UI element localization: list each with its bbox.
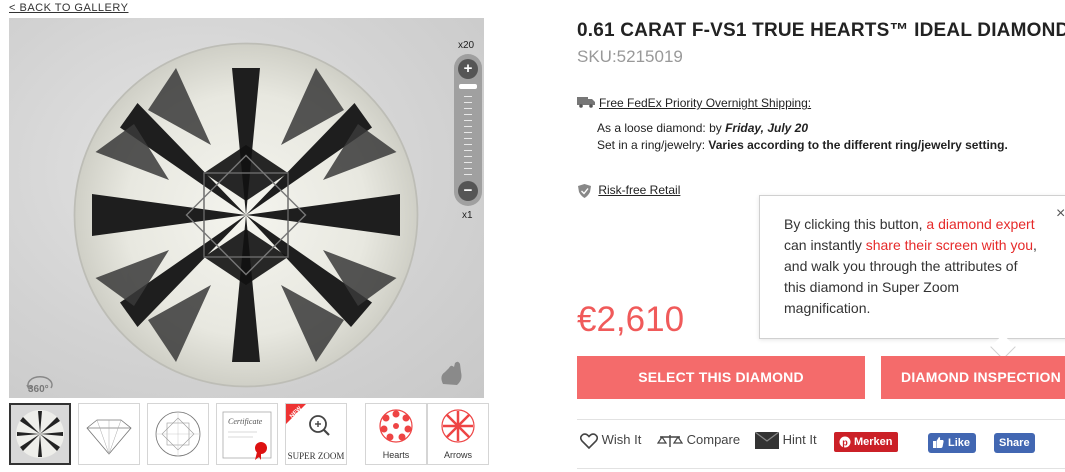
shipping-row: Free FedEx Priority Overnight Shipping: [577,96,811,111]
thumb-diamond-photo[interactable] [9,403,71,465]
facebook-like-button[interactable]: Like 0 [928,433,977,469]
thumb-side-profile[interactable] [78,403,140,465]
certificate-icon: Certificate [222,411,272,460]
shipping-loose-line: As a loose diamond: by Friday, July 20 [597,121,808,135]
tooltip-text-4: and walk you through the attributes of [784,258,1018,274]
tooltip-text-3: , [1033,237,1037,253]
shipping-link[interactable]: Free FedEx Priority Overnight Shipping: [599,96,811,110]
select-diamond-button[interactable]: SELECT THIS DIAMOND [577,356,865,399]
risk-free-row: Risk-free Retail [578,183,680,198]
rotate-360-label: 360° [28,384,49,395]
pinterest-save-button[interactable]: p Merken [834,432,898,452]
tooltip-text-2: can instantly [784,237,866,253]
scale-icon [656,434,684,447]
rotate-360-icon[interactable]: 360° [23,370,57,398]
hearts-pattern-icon [379,409,413,443]
tooltip-text-6: magnification. [784,300,871,316]
divider-bottom [577,468,1065,469]
svg-text:Certificate: Certificate [228,417,263,426]
diamond-profile-icon [86,419,132,455]
svg-text:p: p [842,438,848,448]
thumb-super-zoom[interactable]: NEW SUPER ZOOM [285,403,347,465]
zoom-slider-ticks [464,96,472,176]
thumb-hearts[interactable]: Hearts [365,403,427,465]
zoom-slider-handle[interactable] [459,84,477,89]
back-to-gallery-link[interactable]: < BACK TO GALLERY [9,2,128,14]
pinterest-label: Merken [854,436,893,448]
shipping-setting-prefix: Set in a ring/jewelry: [597,138,709,152]
hint-it-action[interactable]: Hint It [754,431,817,450]
facebook-like-label: Like 0 [948,437,971,469]
tooltip-close-icon[interactable]: × [1056,205,1065,223]
facebook-share-button[interactable]: Share [994,433,1035,453]
inspection-tooltip: By clicking this button, a diamond exper… [759,195,1065,339]
arrows-pattern-icon [441,409,475,443]
diamond-image [73,42,419,388]
product-sku: SKU:5215019 [577,47,683,66]
zoom-min-label: x1 [462,210,473,221]
truck-icon [577,96,595,111]
shipping-setting-line: Set in a ring/jewelry: Varies according … [597,138,1008,152]
product-price: €2,610 [577,300,685,339]
compare-action[interactable]: Compare [656,432,741,449]
diamond-photo-icon [11,405,69,463]
zoom-in-button[interactable]: + [458,59,478,79]
zoom-max-label: x20 [458,40,475,51]
pinterest-icon: p [839,436,851,448]
diamond-top-diagram-icon [155,411,201,457]
thumbs-up-icon [933,437,944,448]
arrows-label: Arrows [443,450,472,460]
heart-outline-icon [579,432,599,449]
wish-it-label: Wish It [601,432,642,447]
shipping-loose-prefix: As a loose diamond: by [597,121,726,135]
compare-label: Compare [686,432,741,447]
tooltip-text-5: this diamond in Super Zoom [784,279,960,295]
diamond-viewer[interactable]: x20 + − x1 360° [9,18,484,398]
risk-free-link[interactable]: Risk-free Retail [598,183,680,197]
drag-hand-icon[interactable] [435,358,469,388]
thumb-top-diagram[interactable] [147,403,209,465]
hint-it-label: Hint It [782,432,817,447]
shipping-loose-date: Friday, July 20 [725,121,809,135]
hearts-label: Hearts [382,450,410,460]
tooltip-highlight-share: share their screen with you [865,237,1034,253]
wish-it-action[interactable]: Wish It [579,432,642,449]
tooltip-highlight-expert: a diamond expert [926,216,1035,232]
product-title: 0.61 CARAT F-VS1 TRUE HEARTS™ IDEAL DIAM… [577,20,1065,41]
shield-check-icon [578,183,594,198]
divider-top [577,419,1065,420]
thumb-certificate[interactable]: Certificate [216,403,278,465]
thumb-arrows[interactable]: Arrows [427,403,489,465]
zoom-out-button[interactable]: − [458,181,478,201]
diamond-inspection-button[interactable]: DIAMOND INSPECTION [881,356,1065,399]
super-zoom-label: SUPER ZOOM [287,451,345,461]
envelope-icon [754,431,780,450]
tooltip-text-1: By clicking this button, [784,216,927,232]
shipping-setting-value: Varies according to the different ring/j… [708,138,1008,152]
